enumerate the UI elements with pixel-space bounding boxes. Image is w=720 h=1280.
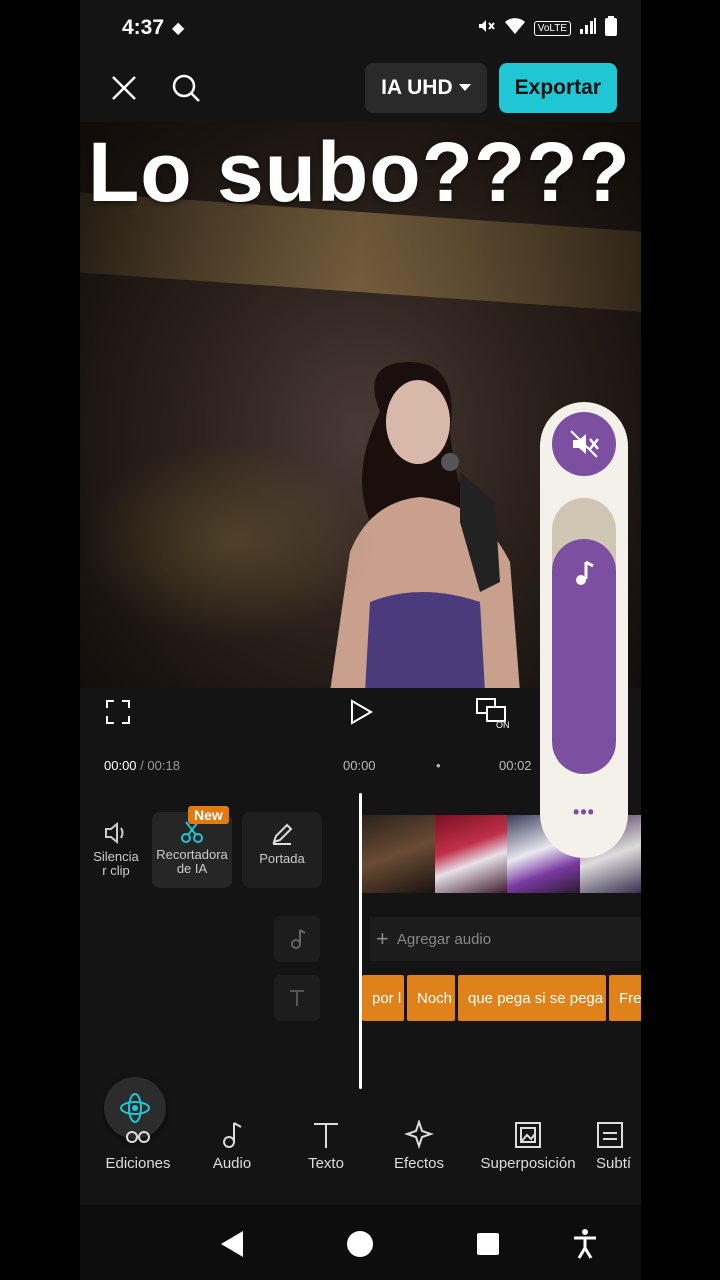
clip-thumbnail [434, 815, 507, 893]
ruler-tick-1: 00:02 [499, 758, 532, 773]
text-track: por l Noch que pega si se pega Fre [362, 975, 641, 1021]
quality-dropdown[interactable]: IA UHD [365, 63, 487, 113]
wifi-icon [504, 17, 526, 40]
editor-top-bar: IA UHD Exportar [80, 60, 641, 116]
status-time: 4:37 [122, 16, 165, 39]
music-track-icon[interactable] [274, 916, 320, 962]
total-time-value: / 00:18 [140, 758, 180, 773]
plus-icon: + [376, 926, 389, 951]
scissors-icon [100, 1115, 176, 1155]
current-time-value: 00:00 [104, 758, 137, 773]
playhead[interactable] [359, 793, 362, 1089]
text-icon [294, 1115, 358, 1155]
text-track-icon[interactable] [274, 975, 320, 1021]
add-audio-button[interactable]: + Agregar audio [370, 917, 641, 961]
ruler-dot: • [436, 758, 441, 773]
tab-subtitles-label: Subtí [596, 1155, 632, 1172]
quality-label: IA UHD [381, 76, 453, 99]
home-icon[interactable] [343, 1227, 377, 1261]
tab-audio[interactable]: Audio [200, 1115, 264, 1172]
accessibility-icon[interactable] [568, 1227, 602, 1261]
current-time: 00:00 / 00:18 [104, 758, 180, 773]
signal-send-icon: ◆ [172, 20, 185, 37]
search-icon[interactable] [166, 68, 206, 108]
tab-effects-label: Efectos [393, 1155, 445, 1172]
play-icon[interactable] [348, 698, 374, 731]
back-icon[interactable] [214, 1227, 248, 1261]
svg-text:ON: ON [496, 720, 510, 730]
text-clip[interactable]: Noch [407, 975, 455, 1021]
mute-toggle-button[interactable] [552, 412, 616, 476]
ruler-tick-0: 00:00 [343, 758, 376, 773]
video-caption-text[interactable]: Lo subo???? [88, 124, 631, 221]
app-screen: 4:37 ◆ VoLTE IA UHD Exportar Lo subo????… [80, 0, 641, 1280]
battery-icon [605, 15, 617, 41]
tab-overlay[interactable]: Superposición [472, 1115, 584, 1172]
system-nav-bar [80, 1205, 641, 1280]
text-clip[interactable]: que pega si se pega [458, 975, 606, 1021]
mute-status-icon [476, 16, 496, 41]
text-clip[interactable]: por l [362, 975, 404, 1021]
video-frame-singer [330, 362, 520, 688]
overlay-icon [472, 1115, 584, 1155]
status-bar: 4:37 ◆ VoLTE [80, 0, 641, 56]
tab-text-label: Texto [308, 1155, 344, 1172]
volume-slider[interactable] [552, 498, 616, 774]
music-note-icon [576, 560, 594, 585]
bottom-toolbar: Ediciones Audio Texto Efectos Superposic… [80, 1115, 641, 1185]
signal-icon [579, 17, 597, 40]
new-badge: New [188, 806, 229, 824]
close-icon[interactable] [104, 68, 144, 108]
add-audio-label: Agregar audio [396, 930, 492, 948]
star-sparkle-icon [384, 1115, 454, 1155]
tab-edits-label: Ediciones [105, 1155, 171, 1172]
more-options-icon[interactable]: ••• [540, 802, 628, 823]
subtitles-icon [596, 1115, 641, 1155]
tab-text[interactable]: Texto [294, 1115, 358, 1172]
cover-label: Portada [259, 851, 305, 866]
pencil-icon [242, 822, 322, 852]
cover-button[interactable]: Portada [242, 812, 322, 888]
recents-icon[interactable] [471, 1227, 505, 1261]
clip-thumbnail [362, 815, 435, 893]
text-clip[interactable]: Fre [609, 975, 641, 1021]
speaker-icon [80, 820, 156, 850]
export-button[interactable]: Exportar [498, 63, 617, 113]
tab-audio-label: Audio [212, 1155, 252, 1172]
caret-down-icon [458, 84, 471, 91]
music-note-icon [200, 1115, 264, 1155]
tab-edits[interactable]: Ediciones [100, 1115, 176, 1172]
status-icons: VoLTE [476, 15, 617, 41]
mute-clip-button[interactable]: Silencia r clip [80, 820, 156, 878]
ai-cutter-label: Recortadora de IA [156, 847, 228, 876]
volume-muted-icon [570, 430, 599, 458]
volume-panel: ••• [540, 402, 628, 858]
tab-subtitles[interactable]: Subtí [596, 1115, 641, 1172]
tab-effects[interactable]: Efectos [384, 1115, 454, 1172]
mute-clip-label: Silencia r clip [93, 849, 139, 878]
volte-badge: VoLTE [533, 20, 571, 36]
fullscreen-icon[interactable] [104, 698, 132, 731]
tab-overlay-label: Superposición [480, 1155, 576, 1172]
preview-quality-icon[interactable]: ON [474, 696, 514, 735]
